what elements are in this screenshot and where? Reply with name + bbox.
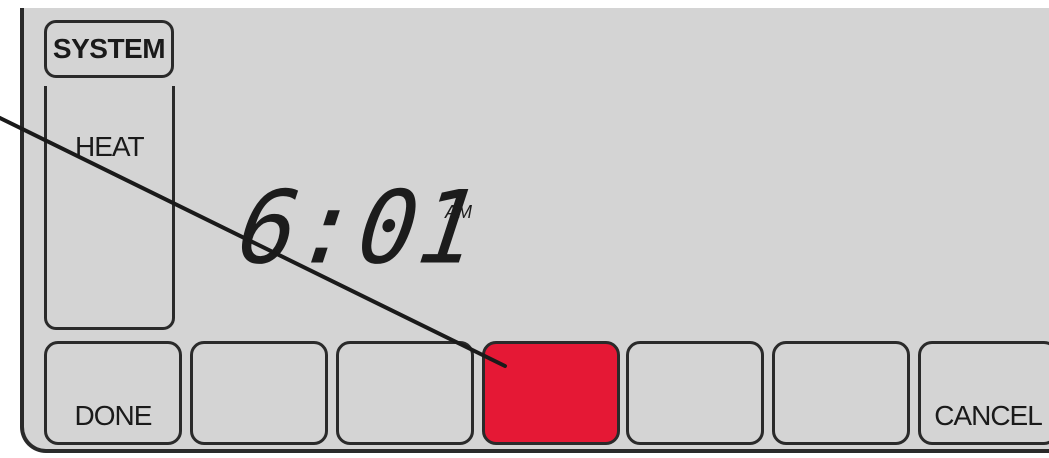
softkey-6[interactable] [772, 341, 910, 445]
mode-label: HEAT [75, 131, 145, 162]
system-button-label: SYSTEM [52, 33, 166, 64]
softkey-label: CANCEL [934, 400, 1043, 431]
clock-time: 6:01 [231, 169, 488, 287]
clock-ampm: AM [445, 202, 472, 222]
mode-panel[interactable]: HEAT [44, 86, 175, 330]
softkey-4-highlighted[interactable] [482, 341, 620, 445]
softkey-done[interactable]: DONE [44, 341, 182, 445]
system-button[interactable]: SYSTEM [44, 20, 174, 78]
softkey-label: DONE [74, 400, 153, 431]
softkey-2[interactable] [190, 341, 328, 445]
softkey-cancel[interactable]: CANCEL [918, 341, 1049, 445]
softkey-5[interactable] [626, 341, 764, 445]
softkey-3[interactable] [336, 341, 474, 445]
clock-display: 6:01 AM [232, 169, 488, 287]
